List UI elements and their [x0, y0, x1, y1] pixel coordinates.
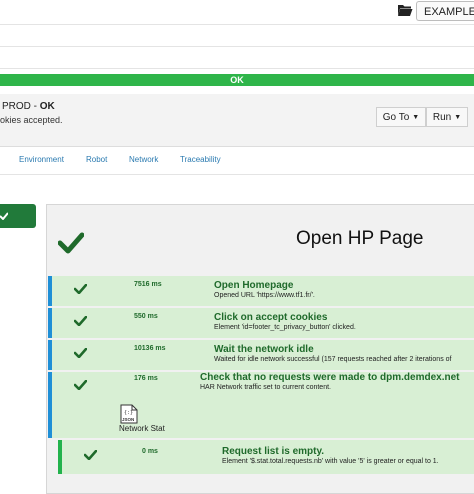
tab-environment[interactable]: Environment [19, 155, 64, 164]
svg-text:{:}: {:} [124, 410, 133, 416]
step-row[interactable]: 10136 ms Wait the network idle Waited fo… [48, 340, 474, 370]
step-detail: Element '$.stat.total.requests.nb' with … [222, 458, 439, 465]
attachment-label[interactable]: Network Stat [119, 424, 165, 433]
step-detail: Element 'id=footer_tc_privacy_button' cl… [214, 324, 356, 331]
caret-down-icon: ▼ [412, 114, 420, 121]
step-status-bar [48, 372, 52, 438]
check-icon [74, 380, 87, 390]
step-row[interactable]: 0 ms Request list is empty. Element '$.s… [58, 440, 474, 474]
tab-bar: Environment Robot Network Traceability [0, 148, 474, 172]
status-bar: OK [0, 74, 474, 86]
top-toolbar: EXAMPLES [0, 0, 474, 24]
selected-test-button[interactable] [0, 204, 36, 228]
step-duration: 0 ms [142, 448, 158, 455]
step-detail: Waited for idle network successful (157 … [214, 356, 452, 363]
folder-open-icon[interactable] [397, 3, 413, 17]
step-title: Open Homepage [214, 280, 294, 291]
divider [0, 174, 474, 175]
goto-label: Go To [382, 112, 410, 123]
step-row[interactable]: 550 ms Click on accept cookies Element '… [48, 308, 474, 338]
tab-robot[interactable]: Robot [86, 155, 107, 164]
step-title: Click on accept cookies [214, 312, 328, 323]
divider [0, 68, 474, 69]
step-status-bar [48, 340, 52, 370]
run-label: Run [432, 112, 452, 123]
tab-network[interactable]: Network [129, 155, 158, 164]
environment-status: PROD - OK [2, 101, 55, 112]
goto-dropdown[interactable]: Go To ▼ [376, 107, 426, 127]
json-icon-text: JSON [122, 417, 134, 422]
step-detail: Opened URL 'https://www.tf1.fr/'. [214, 292, 315, 299]
environment-result: OK [39, 101, 55, 112]
step-row[interactable]: 176 ms Check that no requests were made … [48, 372, 474, 438]
step-status-bar [48, 308, 52, 338]
check-icon [74, 348, 87, 358]
divider [0, 46, 474, 47]
step-title: Wait the network idle [214, 344, 314, 355]
header-subtitle: okies accepted. [0, 115, 63, 125]
check-icon [58, 232, 84, 254]
check-icon [84, 450, 97, 460]
step-duration: 550 ms [134, 313, 158, 320]
caret-down-icon: ▼ [454, 114, 462, 121]
step-duration: 176 ms [134, 375, 158, 382]
step-duration: 10136 ms [134, 345, 166, 352]
step-row[interactable]: 7516 ms Open Homepage Opened URL 'https:… [48, 276, 474, 306]
step-status-bar [48, 276, 52, 306]
step-title: Check that no requests were made to dpm.… [200, 372, 460, 383]
page-title: Open HP Page [296, 228, 424, 249]
tab-traceability[interactable]: Traceability [180, 155, 221, 164]
check-icon [74, 284, 87, 294]
json-file-icon[interactable]: {:} JSON [120, 404, 138, 424]
environment-name: PROD - [2, 101, 40, 112]
step-status-bar [58, 440, 62, 474]
examples-button[interactable]: EXAMPLES [416, 1, 474, 21]
divider [0, 24, 474, 25]
step-duration: 7516 ms [134, 281, 162, 288]
step-title: Request list is empty. [222, 446, 325, 457]
run-dropdown[interactable]: Run ▼ [426, 107, 468, 127]
step-detail: HAR Network traffic set to current conte… [200, 384, 331, 391]
check-icon [0, 212, 8, 220]
check-icon [74, 316, 87, 326]
